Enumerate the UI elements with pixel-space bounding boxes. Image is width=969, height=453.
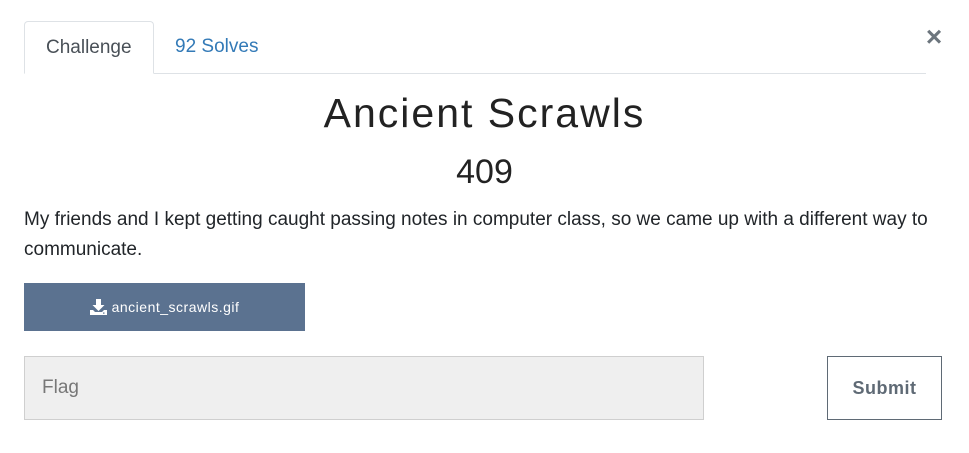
flag-input[interactable] — [24, 356, 704, 420]
tab-bar: Challenge 92 Solves — [24, 21, 926, 74]
challenge-description: My friends and I kept getting caught pas… — [24, 209, 928, 260]
challenge-modal: Challenge 92 Solves × Ancient Scrawls 40… — [0, 0, 969, 453]
submit-button[interactable]: Submit — [827, 356, 942, 420]
tab-solves[interactable]: 92 Solves — [154, 21, 279, 72]
file-name-label: ancient_scrawls.gif — [111, 299, 240, 315]
tab-challenge[interactable]: Challenge — [24, 21, 154, 74]
download-icon — [89, 299, 107, 315]
challenge-name: Ancient Scrawls — [323, 90, 646, 136]
challenge-points: 409 — [456, 153, 513, 191]
download-file-button[interactable]: ancient_scrawls.gif — [24, 283, 305, 331]
close-icon[interactable]: × — [923, 22, 945, 52]
